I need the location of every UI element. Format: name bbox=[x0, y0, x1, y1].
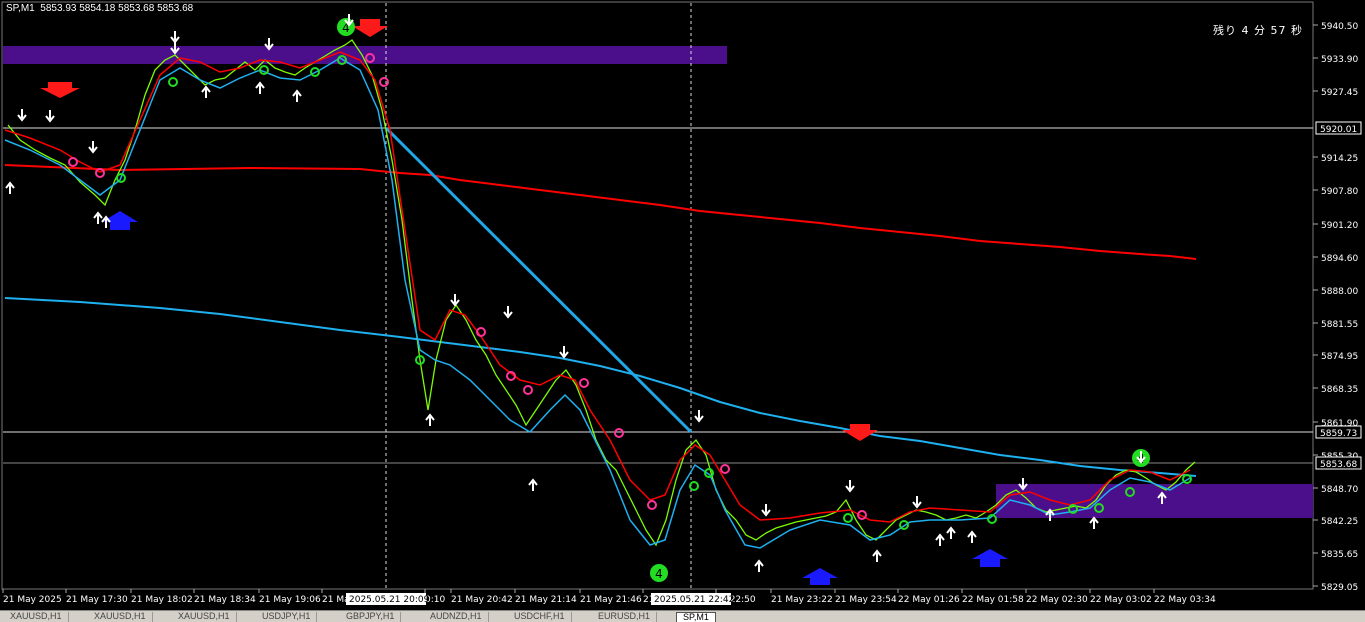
down-arrow-icon bbox=[761, 504, 771, 517]
cursor-time-label: 2025.05.21 22:42 bbox=[654, 595, 734, 605]
sell-dot-icon bbox=[614, 428, 624, 438]
down-arrow-icon bbox=[88, 141, 98, 154]
up-arrow-icon bbox=[201, 85, 211, 98]
time-tick-label: 21 May 2025 bbox=[3, 595, 62, 605]
price-tick-label: 5940.50 bbox=[1321, 22, 1358, 32]
buy-dot-icon bbox=[689, 481, 699, 491]
time-tick-label: 21 May 20:42 bbox=[451, 595, 513, 605]
time-tick-label: 22 May 01:26 bbox=[898, 595, 960, 605]
chart-canvas[interactable]: 4 4 4 5940.505933.905927.455914.255907.8… bbox=[0, 0, 1365, 621]
chart-tab-bar: XAUUSD,H1 XAUUSD,H1 XAUUSD,H1 USDJPY,H1 GBPJ… bbox=[0, 610, 1365, 622]
svg-text:4: 4 bbox=[655, 567, 663, 581]
up-arrow-icon bbox=[935, 533, 945, 546]
time-tick-label: 21 May 23:22 bbox=[771, 595, 833, 605]
sell-arrow-icon bbox=[40, 82, 80, 98]
down-arrow-icon bbox=[559, 346, 569, 359]
sell-dot-icon bbox=[579, 378, 589, 388]
sell-dot-icon bbox=[720, 464, 730, 474]
bar-countdown-timer: 残り 4 分 57 秒 bbox=[1213, 24, 1303, 37]
signal-circle: 4 bbox=[650, 564, 668, 582]
time-tick-label: 22 May 01:58 bbox=[962, 595, 1024, 605]
time-tick-label: 22 May 03:34 bbox=[1154, 595, 1216, 605]
price-marker-label: 5920.01 bbox=[1320, 125, 1357, 135]
time-tick-label: 21 Ma bbox=[322, 595, 350, 605]
slow-ma-red bbox=[4, 164, 1197, 260]
buy-dot-icon bbox=[843, 513, 853, 523]
sell-dot-icon bbox=[647, 500, 657, 510]
up-arrow-icon bbox=[425, 413, 435, 426]
up-arrow-icon bbox=[5, 181, 15, 194]
price-tick-label: 5888.00 bbox=[1321, 287, 1358, 297]
price-tick-label: 5842.25 bbox=[1321, 517, 1358, 527]
price-tick-label: 5848.70 bbox=[1321, 485, 1358, 495]
price-marker-label: 5859.73 bbox=[1320, 429, 1357, 439]
price-axis[interactable]: 5940.50 5933.90 5927.45 5914.25 5907.80 5901.… bbox=[1313, 22, 1362, 593]
time-tick-label: 22 May 02:30 bbox=[1026, 595, 1088, 605]
up-arrow-icon bbox=[255, 81, 265, 94]
buy-dot-icon bbox=[168, 77, 178, 87]
price-tick-label: 5868.35 bbox=[1321, 385, 1358, 395]
time-tick-label: 21 May 18:02 bbox=[131, 595, 193, 605]
ohlc-values: 5853.93 5854.18 5853.68 5853.68 bbox=[40, 3, 194, 14]
price-tick-label: 5907.80 bbox=[1321, 187, 1358, 197]
time-tick-label: 21 May 19:06 bbox=[259, 595, 321, 605]
time-tick-label: 21 May 23:54 bbox=[835, 595, 897, 605]
price-tick-label: 5835.65 bbox=[1321, 550, 1358, 560]
down-arrow-icon bbox=[450, 294, 460, 307]
price-tick-label: 5881.55 bbox=[1321, 320, 1358, 330]
down-arrow-icon bbox=[170, 31, 180, 44]
fast-ma-blue bbox=[4, 57, 1191, 549]
buy-dot-icon bbox=[899, 520, 909, 530]
price-marker-label: 5853.68 bbox=[1320, 460, 1357, 470]
buy-arrow-icon bbox=[972, 549, 1008, 567]
sell-dot-icon bbox=[68, 157, 78, 167]
down-arrow-icon bbox=[503, 306, 513, 319]
sell-arrow-icon bbox=[842, 424, 878, 441]
price-tick-label: 5901.20 bbox=[1321, 221, 1358, 231]
demand-zone bbox=[996, 484, 1313, 518]
price-tick-label: 5933.90 bbox=[1321, 55, 1358, 65]
ohlc-header: SP,M1 5853.93 5854.18 5853.68 5853.68 bbox=[6, 3, 193, 14]
price-tick-label: 5927.45 bbox=[1321, 88, 1358, 98]
up-arrow-icon bbox=[292, 89, 302, 102]
price-tick-label: 5914.25 bbox=[1321, 154, 1358, 164]
buy-arrow-icon bbox=[802, 568, 838, 585]
time-tick-label: 21 May 18:34 bbox=[194, 595, 256, 605]
time-tick-label: 22 May 03:02 bbox=[1090, 595, 1152, 605]
price-tick-label: 5894.60 bbox=[1321, 254, 1358, 264]
up-arrow-icon bbox=[93, 211, 103, 224]
down-arrow-icon bbox=[912, 496, 922, 509]
up-arrow-icon bbox=[1089, 516, 1099, 529]
up-arrow-icon bbox=[946, 526, 956, 539]
time-axis[interactable]: 21 May 2025 21 May 17:30 21 May 18:02 21 Ma… bbox=[2, 589, 1216, 605]
fast-ma-red bbox=[4, 51, 1191, 523]
up-arrow-icon bbox=[528, 478, 538, 491]
down-arrow-icon bbox=[17, 109, 27, 122]
cursor-time-label: 2025.05.21 20:09 bbox=[349, 595, 430, 605]
up-arrow-icon bbox=[872, 549, 882, 562]
sell-dot-icon bbox=[379, 77, 389, 87]
down-arrow-icon bbox=[694, 410, 704, 423]
down-arrow-icon bbox=[45, 110, 55, 123]
down-arrow-icon bbox=[845, 480, 855, 493]
price-tick-label: 5874.95 bbox=[1321, 352, 1358, 362]
sell-dot-icon bbox=[95, 168, 105, 178]
sell-dot-icon bbox=[523, 385, 533, 395]
time-tick-label: 21 May 17:30 bbox=[66, 595, 128, 605]
up-arrow-icon bbox=[754, 559, 764, 572]
sell-arrow-icon bbox=[352, 19, 388, 37]
up-arrow-icon bbox=[967, 530, 977, 543]
symbol-label: SP,M1 bbox=[6, 3, 35, 14]
price-bars bbox=[7, 39, 1196, 547]
price-tick-label: 5829.05 bbox=[1321, 583, 1358, 593]
time-tick-label: 21 May 21:14 bbox=[515, 595, 577, 605]
time-tick-label: 21 May 21:46 bbox=[580, 595, 642, 605]
buy-arrow-icon bbox=[102, 211, 138, 230]
small-arrows-group bbox=[5, 14, 1167, 572]
